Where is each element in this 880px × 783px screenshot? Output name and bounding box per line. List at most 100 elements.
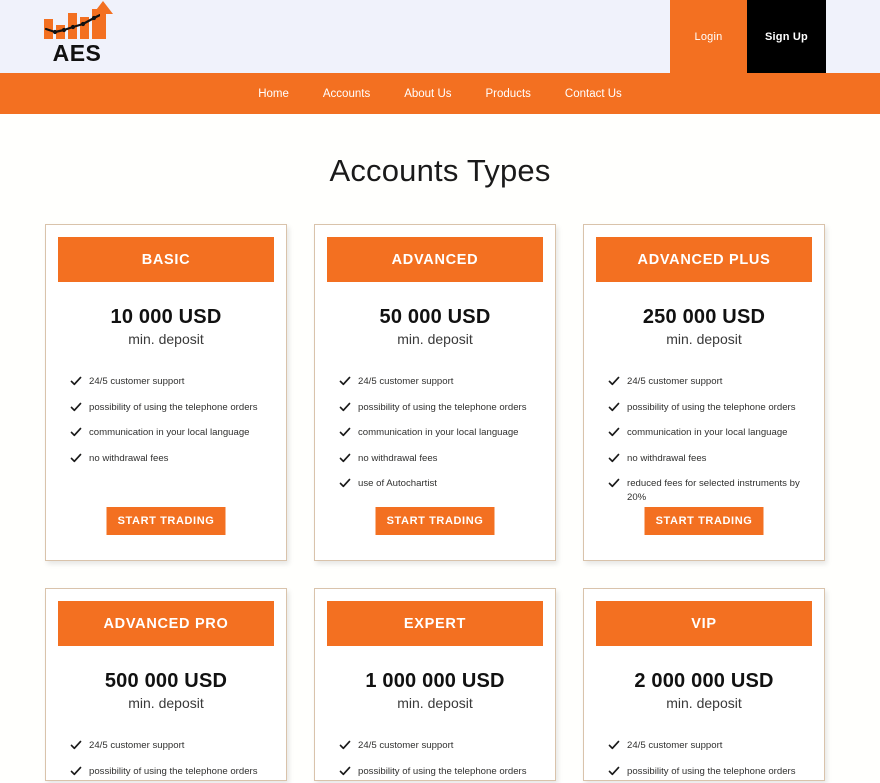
account-card-advanced: ADVANCED 50 000 USD min. deposit 24/5 custo… — [314, 224, 556, 561]
start-trading-button[interactable]: START TRADING — [644, 507, 764, 535]
account-card-advanced-pro: ADVANCED PRO 500 000 USD min. deposit 24/5 … — [45, 588, 287, 781]
check-icon — [339, 426, 351, 438]
card-header-basic: BASIC — [58, 237, 274, 282]
check-icon — [608, 426, 620, 438]
card-header-vip: VIP — [596, 601, 812, 646]
check-icon — [70, 739, 82, 751]
signup-button[interactable]: Sign Up — [747, 0, 826, 73]
check-icon — [339, 375, 351, 387]
card-header-expert: EXPERT — [327, 601, 543, 646]
main-navigation: Home Accounts About Us Products Contact … — [0, 73, 880, 114]
account-card-expert: EXPERT 1 000 000 USD min. deposit 24/5 cust… — [314, 588, 556, 781]
check-icon — [70, 452, 82, 464]
feature-label: 24/5 customer support — [627, 376, 723, 387]
card-price: 2 000 000 USD — [634, 670, 774, 692]
feature-item: possibility of using the telephone order… — [608, 401, 810, 415]
feature-item: possibility of using the telephone order… — [608, 765, 810, 779]
feature-label: no withdrawal fees — [89, 452, 169, 464]
check-icon — [339, 452, 351, 464]
feature-item: communication in your local language — [70, 426, 272, 440]
feature-item: 24/5 customer support — [608, 375, 810, 389]
feature-item: no withdrawal fees — [70, 452, 272, 466]
card-subprice-label: min. deposit — [128, 331, 204, 347]
feature-label: 24/5 customer support — [89, 740, 185, 751]
feature-label: possibility of using the telephone order… — [89, 401, 258, 413]
feature-list: 24/5 customer support possibility of usin… — [327, 739, 543, 780]
check-icon — [608, 739, 620, 751]
check-icon — [608, 765, 620, 777]
check-icon — [339, 477, 351, 489]
feature-label: reduced fees for selected instruments by… — [627, 478, 800, 503]
check-icon — [608, 477, 620, 489]
card-subprice-label: min. deposit — [397, 331, 473, 347]
card-price: 10 000 USD — [110, 306, 222, 328]
feature-label: 24/5 customer support — [627, 740, 723, 751]
check-icon — [608, 452, 620, 464]
page-title: Accounts Types — [329, 153, 551, 188]
feature-item: 24/5 customer support — [70, 739, 272, 753]
logo[interactable]: AES — [38, 0, 116, 68]
feature-item: communication in your local language — [339, 426, 541, 440]
nav-item-products[interactable]: Products — [486, 88, 531, 100]
nav-item-about-us[interactable]: About Us — [404, 88, 451, 100]
bar-chart-arrow-up-icon — [44, 1, 113, 39]
feature-label: 24/5 customer support — [89, 376, 185, 387]
nav-item-contact-us[interactable]: Contact Us — [565, 88, 622, 100]
feature-label: communication in your local language — [358, 427, 519, 438]
feature-label: communication in your local language — [627, 427, 788, 438]
feature-list: 24/5 customer support possibility of usin… — [58, 739, 274, 780]
feature-item: 24/5 customer support — [608, 739, 810, 753]
feature-list: 24/5 customer support possibility of usin… — [327, 375, 543, 491]
feature-list: 24/5 customer support possibility of usin… — [596, 375, 812, 504]
feature-item: 24/5 customer support — [339, 739, 541, 753]
feature-item: 24/5 customer support — [70, 375, 272, 389]
card-price: 500 000 USD — [104, 670, 228, 692]
feature-label: 24/5 customer support — [358, 740, 454, 751]
card-subprice-label: min. deposit — [666, 695, 742, 711]
login-button[interactable]: Login — [670, 0, 747, 73]
feature-item: use of Autochartist — [339, 477, 541, 491]
feature-item: 24/5 customer support — [339, 375, 541, 389]
card-header-advanced-plus: ADVANCED PLUS — [596, 237, 812, 282]
check-icon — [339, 739, 351, 751]
feature-label: possibility of using the telephone order… — [627, 401, 796, 413]
page-body: Accounts Types BASIC 10 000 USD min. depos… — [0, 114, 880, 781]
check-icon — [70, 401, 82, 413]
card-subprice-label: min. deposit — [128, 695, 204, 711]
site-header: AES Login Sign Up — [0, 0, 880, 73]
card-subprice-label: min. deposit — [666, 331, 742, 347]
account-types-grid: BASIC 10 000 USD min. deposit 24/5 customer… — [0, 224, 880, 781]
nav-item-home[interactable]: Home — [258, 88, 289, 100]
feature-label: 24/5 customer support — [358, 376, 454, 387]
feature-item: possibility of using the telephone order… — [70, 401, 272, 415]
feature-label: possibility of using the telephone order… — [627, 765, 796, 777]
account-card-basic: BASIC 10 000 USD min. deposit 24/5 customer… — [45, 224, 287, 561]
check-icon — [70, 375, 82, 387]
feature-label: no withdrawal fees — [358, 452, 438, 464]
nav-item-accounts[interactable]: Accounts — [323, 88, 370, 100]
check-icon — [70, 426, 82, 438]
feature-item: communication in your local language — [608, 426, 810, 440]
start-trading-button[interactable]: START TRADING — [375, 507, 495, 535]
feature-label: possibility of using the telephone order… — [358, 765, 527, 777]
feature-label: possibility of using the telephone order… — [89, 765, 258, 777]
feature-item: no withdrawal fees — [608, 452, 810, 466]
feature-list: 24/5 customer support possibility of usin… — [58, 375, 274, 465]
check-icon — [339, 765, 351, 777]
feature-item: possibility of using the telephone order… — [70, 765, 272, 779]
feature-list: 24/5 customer support possibility of usin… — [596, 739, 812, 780]
card-header-advanced-pro: ADVANCED PRO — [58, 601, 274, 646]
check-icon — [339, 401, 351, 413]
card-price: 50 000 USD — [379, 306, 491, 328]
feature-item: reduced fees for selected instruments by… — [608, 477, 810, 504]
card-subprice-label: min. deposit — [397, 695, 473, 711]
feature-label: possibility of using the telephone order… — [358, 401, 527, 413]
feature-item: possibility of using the telephone order… — [339, 765, 541, 779]
start-trading-button[interactable]: START TRADING — [106, 507, 226, 535]
card-price: 250 000 USD — [642, 306, 766, 328]
logo-text: AES — [52, 40, 102, 66]
card-header-advanced: ADVANCED — [327, 237, 543, 282]
card-price: 1 000 000 USD — [365, 670, 505, 692]
feature-item: possibility of using the telephone order… — [339, 401, 541, 415]
feature-item: no withdrawal fees — [339, 452, 541, 466]
